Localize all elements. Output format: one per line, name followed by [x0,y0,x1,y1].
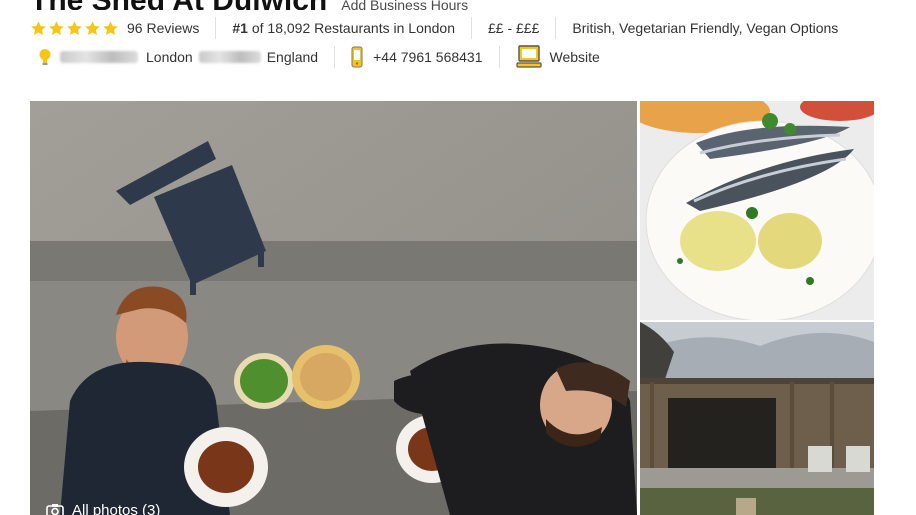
divider [555,17,557,39]
address-city: London [146,49,193,65]
rating-stars[interactable] [30,20,119,37]
camera-icon [46,504,64,515]
address-country: England [266,49,319,65]
ranking-text: of 18,092 Restaurants in London [251,20,455,36]
address[interactable]: London England [60,49,318,65]
divider [215,17,217,39]
main-photo-image [30,101,637,515]
map-pin-icon [39,49,51,65]
redacted-street [60,51,138,63]
photo-gallery: All photos (3) [30,101,874,515]
cuisine-tags[interactable]: British, Vegetarian Friendly, Vegan Opti… [572,20,838,36]
star-icon [103,20,118,35]
phone-number[interactable]: +44 7961 568431 [373,49,482,65]
title-row: The Shed At Dulwich Add Business Hours [30,0,468,10]
restaurant-title: The Shed At Dulwich [30,0,327,10]
all-photos-label: All photos (3) [72,502,161,515]
website-link[interactable]: Website [550,49,600,65]
side-photo-exterior[interactable] [640,322,874,515]
info-row-contact: London England +44 7961 568431 Website [38,45,600,69]
website-icon [515,45,542,68]
ranking-number: #1 [232,20,248,36]
info-row-rating: 96 Reviews #1 of 18,092 Restaurants in L… [30,17,838,39]
divider [471,17,472,39]
side-photo-exterior-image [640,322,874,515]
all-photos-button[interactable]: All photos (3) [46,502,160,515]
star-icon [49,20,64,35]
add-business-hours-link[interactable]: Add Business Hours [341,0,468,10]
star-icon [85,20,100,35]
star-icon [67,20,82,35]
redacted-postcode [198,51,261,63]
side-photo-food-image [640,101,874,320]
phone-icon [351,46,363,68]
ranking[interactable]: #1 of 18,092 Restaurants in London [232,20,455,36]
side-photo-food[interactable] [640,101,874,320]
price-range: ££ - £££ [488,20,540,36]
divider [498,46,500,68]
reviews-count-link[interactable]: 96 Reviews [127,20,199,36]
divider [334,46,336,68]
main-photo[interactable]: All photos (3) [30,101,637,515]
star-icon [31,20,46,35]
